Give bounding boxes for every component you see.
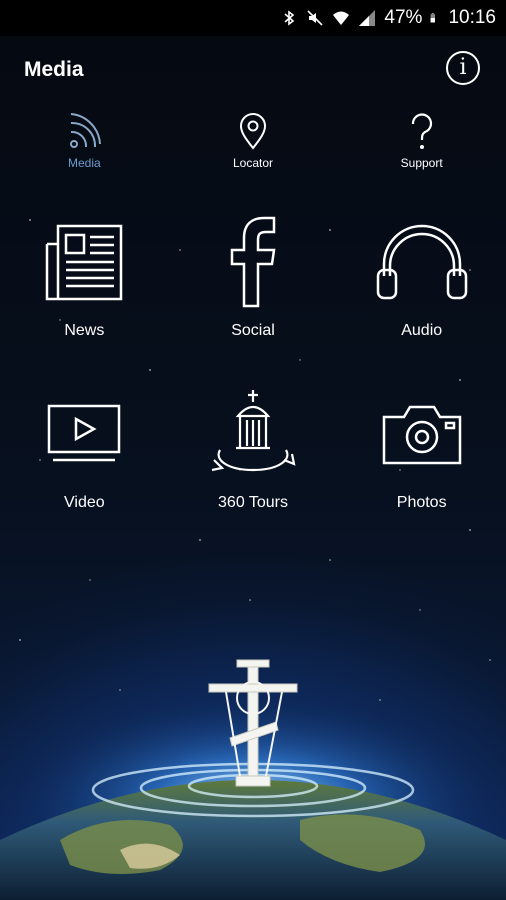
tab-locator[interactable]: Locator — [169, 106, 338, 184]
tile-label: Photos — [396, 494, 447, 511]
bluetooth-icon — [284, 10, 295, 26]
tile-label: Audio — [401, 322, 443, 339]
newspaper-icon — [46, 224, 123, 301]
tab-label: Support — [400, 156, 443, 170]
news-tile[interactable]: News — [0, 210, 169, 382]
location-pin-icon — [239, 113, 267, 150]
battery-percent: 47% — [384, 7, 423, 28]
photos-tile[interactable]: Photos — [337, 382, 506, 554]
status-bar: 47% 10:16 — [0, 0, 506, 36]
tile-label: Video — [64, 494, 105, 511]
camera-icon — [382, 405, 461, 465]
battery-icon — [431, 13, 436, 23]
tile-label: Social — [231, 322, 275, 339]
top-tabs: Media Locator Support — [0, 106, 506, 184]
video-play-icon — [48, 404, 121, 462]
media-grid: News Social Audio Video 360 Tours Photos — [0, 210, 506, 554]
headphones-icon — [376, 224, 467, 300]
facebook-icon — [230, 216, 276, 308]
info-button[interactable]: i — [446, 51, 480, 85]
tile-label: News — [64, 322, 105, 339]
social-tile[interactable]: Social — [169, 210, 338, 382]
question-icon — [411, 113, 432, 149]
tab-label: Media — [67, 156, 101, 170]
signal-icon — [359, 10, 376, 26]
tours-360-tile[interactable]: 360 Tours — [169, 382, 338, 554]
tab-support[interactable]: Support — [337, 106, 506, 184]
mute-icon — [307, 10, 323, 26]
app-header: Media i — [0, 36, 506, 106]
tab-media[interactable]: Media — [0, 106, 169, 184]
rss-icon — [70, 113, 102, 148]
globe-cross-illustration — [0, 659, 506, 900]
wifi-icon — [333, 11, 350, 25]
audio-tile[interactable]: Audio — [337, 210, 506, 382]
page-title: Media — [24, 58, 84, 81]
rotating-chapel-icon — [211, 390, 296, 472]
tile-label: 360 Tours — [218, 494, 288, 511]
info-icon: i — [459, 55, 467, 80]
clock: 10:16 — [448, 7, 496, 28]
video-tile[interactable]: Video — [0, 382, 169, 554]
tab-label: Locator — [232, 156, 274, 170]
